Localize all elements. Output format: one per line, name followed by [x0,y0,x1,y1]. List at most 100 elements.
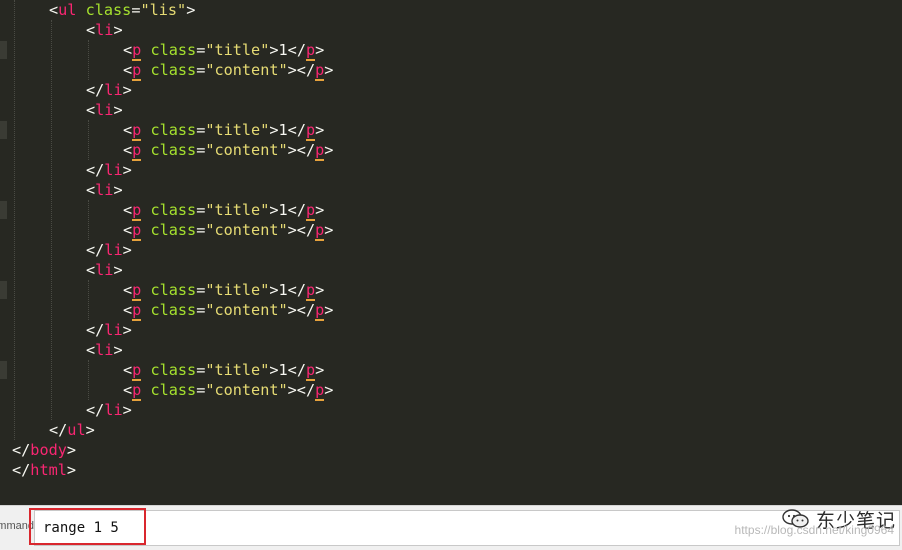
code-attribute: class [150,121,197,139]
code-string: "title" [205,361,270,379]
code-string: "lis" [140,1,187,19]
code-punctuation: > [287,381,297,399]
code-line[interactable]: </ul> [49,420,95,440]
code-equals: = [196,281,206,299]
code-punctuation: > [324,141,334,159]
code-line[interactable]: <p class="content"></p> [123,140,334,161]
code-line[interactable]: <ul class="lis"> [49,0,195,20]
code-punctuation: </ [49,421,68,439]
code-editor[interactable]: <ul class="lis"> <li> <p class="title">1</… [0,0,902,505]
code-punctuation: < [49,1,59,19]
code-punctuation: </ [86,241,105,259]
code-line[interactable]: </html> [12,460,76,480]
code-attribute: class [85,1,132,19]
code-line[interactable]: <p class="title">1</p> [123,200,324,221]
code-equals: = [196,41,206,59]
code-line[interactable]: </li> [86,320,132,340]
code-punctuation: < [123,221,133,239]
code-punctuation: > [269,121,279,139]
fold-marker[interactable] [0,201,7,219]
code-tag-name: p [315,61,325,81]
code-punctuation: < [123,381,133,399]
code-string: "title" [205,41,270,59]
code-punctuation: < [123,141,133,159]
code-tag-name: p [132,201,142,221]
fold-marker[interactable] [0,361,7,379]
code-equals: = [196,201,206,219]
code-tag-name: p [132,221,142,241]
code-line[interactable]: </li> [86,80,132,100]
code-line[interactable]: </body> [12,440,76,460]
code-line[interactable]: <li> [86,340,123,360]
editor-gutter [0,0,8,505]
code-line[interactable]: <p class="title">1</p> [123,280,325,301]
fold-marker[interactable] [0,121,7,139]
code-punctuation: > [122,81,132,99]
code-punctuation: < [123,201,133,219]
code-tag-name: p [315,221,325,241]
code-punctuation: > [122,321,132,339]
code-line[interactable]: <p class="title">1</p> [123,40,325,61]
code-punctuation: > [186,1,196,19]
code-line[interactable]: <li> [86,260,123,280]
code-attribute: class [150,381,197,399]
code-punctuation: </ [296,61,316,79]
code-punctuation: > [122,241,132,259]
code-punctuation: </ [86,321,105,339]
code-line[interactable]: <p class="content"></p> [123,60,334,81]
code-text: 1 [278,281,288,299]
code-text: 1 [278,361,288,379]
code-equals: = [196,381,206,399]
code-punctuation: > [66,461,77,479]
fold-marker[interactable] [0,281,7,299]
code-string: "content" [205,381,288,399]
code-tag-name: p [132,121,142,141]
code-equals: = [196,221,206,239]
code-tag-name: li [104,321,123,339]
code-punctuation: </ [296,381,316,399]
code-punctuation: > [315,281,325,299]
code-punctuation: > [315,361,325,379]
code-string: "content" [205,301,288,319]
code-punctuation: </ [12,461,31,479]
code-punctuation: > [269,201,279,219]
code-punctuation: > [315,41,325,59]
indent-guide [88,120,89,160]
code-punctuation: > [324,61,334,79]
code-tag-name: ul [67,421,86,439]
code-line[interactable]: <p class="title">1</p> [123,360,325,381]
code-line[interactable]: <p class="content"></p> [123,380,333,401]
code-line[interactable]: <li> [86,20,123,40]
code-line[interactable]: </li> [86,160,132,180]
code-punctuation: < [86,341,96,359]
code-line[interactable]: <p class="content"></p> [123,300,333,321]
code-line[interactable]: <p class="title">1</p> [123,120,324,141]
code-line[interactable]: <li> [86,180,123,200]
code-line[interactable]: <p class="content"></p> [123,220,333,241]
code-punctuation: < [123,281,133,299]
code-line[interactable]: </li> [86,240,132,260]
code-punctuation: > [287,301,297,319]
code-tag-name: body [30,441,67,459]
code-equals: = [196,61,206,79]
code-string: "content" [205,141,288,159]
code-line[interactable]: <li> [86,100,123,120]
code-text: 1 [278,201,288,219]
code-punctuation: </ [296,141,316,159]
code-tag-name: p [132,381,142,401]
code-punctuation: < [86,101,96,119]
code-tag-name: html [30,461,67,479]
code-line[interactable]: </li> [86,400,132,420]
code-tag-name: p [305,41,316,61]
code-string: "content" [205,221,288,239]
code-string: "content" [205,61,288,79]
code-string: "title" [205,201,270,219]
code-text: 1 [278,121,288,139]
code-tag-name: p [305,361,316,381]
code-tag-name: li [95,181,114,199]
fold-marker[interactable] [0,41,7,59]
code-tag-name: p [132,141,142,161]
code-punctuation: > [269,41,279,59]
code-punctuation: > [287,61,297,79]
code-tag-name: p [315,141,325,161]
